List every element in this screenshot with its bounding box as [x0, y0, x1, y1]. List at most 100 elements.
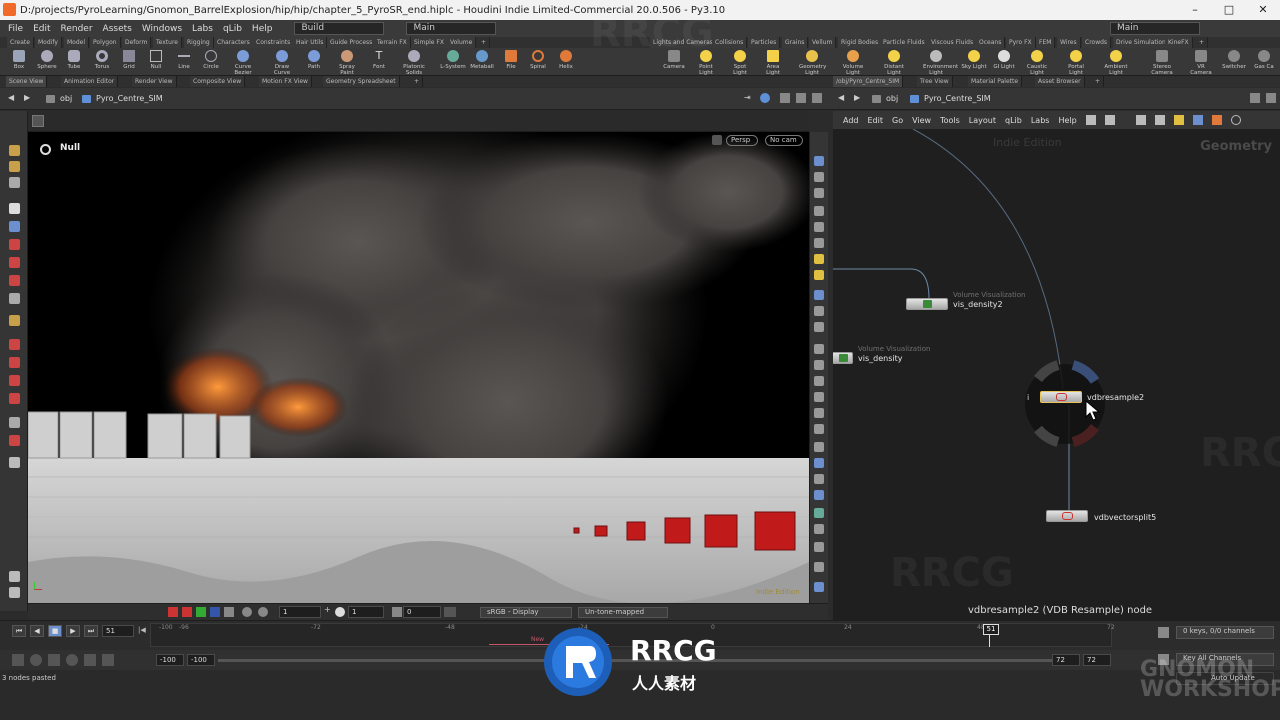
- menu-windows[interactable]: Windows: [142, 24, 182, 34]
- attribute-icon[interactable]: [814, 424, 824, 434]
- main-select[interactable]: Main: [1110, 22, 1200, 35]
- camera-sync-icon[interactable]: [814, 582, 824, 592]
- network-list-icon[interactable]: [1104, 115, 1115, 125]
- playback-start-field[interactable]: -100: [187, 654, 215, 666]
- points-icon[interactable]: [814, 306, 824, 316]
- shelf-tab-drive-simulation[interactable]: Drive Simulation: [1113, 37, 1170, 48]
- maximize-pane-icon[interactable]: [812, 93, 822, 103]
- loop-icon[interactable]: [48, 654, 60, 666]
- tool-environment-light[interactable]: Environment Light: [923, 50, 958, 76]
- render-region-icon[interactable]: [9, 417, 20, 428]
- shelf-tab-crowds[interactable]: Crowds: [1082, 37, 1112, 48]
- shelf-tab-pyro-fx[interactable]: Pyro FX: [1006, 37, 1036, 48]
- pose-tool-icon[interactable]: [9, 315, 20, 326]
- headlight-icon[interactable]: [814, 254, 824, 264]
- shelf-tab-grains[interactable]: Grains: [782, 37, 809, 48]
- menu-render[interactable]: Render: [61, 24, 93, 34]
- blue-display-icon[interactable]: [210, 607, 220, 617]
- node-vdbresample2[interactable]: [1040, 391, 1082, 403]
- start-frame-field[interactable]: -100: [156, 654, 184, 666]
- scene-tree-icon[interactable]: [814, 524, 824, 534]
- play-reverse-button[interactable]: ◀: [30, 625, 44, 637]
- edge-icon[interactable]: [814, 408, 824, 418]
- paint-icon[interactable]: [9, 571, 20, 582]
- shelf-tab-model[interactable]: Model: [64, 37, 90, 48]
- menu-assets[interactable]: Assets: [103, 24, 132, 34]
- path-obj[interactable]: obj: [44, 93, 72, 105]
- grid-display-icon[interactable]: [814, 562, 824, 572]
- tool-portal-light[interactable]: Portal Light: [1063, 50, 1089, 76]
- minimize-button[interactable]: –: [1178, 0, 1212, 20]
- tool-distant-light[interactable]: Distant Light: [881, 50, 907, 76]
- tool-gas-ca[interactable]: Gas Ca: [1252, 50, 1276, 70]
- info-icon[interactable]: [9, 587, 20, 598]
- snap-icon[interactable]: [9, 177, 20, 188]
- scene-options-icon[interactable]: [9, 457, 20, 468]
- exposure-field[interactable]: 1: [279, 606, 321, 618]
- ghost-icon[interactable]: [814, 172, 824, 182]
- tool-switcher[interactable]: Switcher: [1221, 50, 1247, 70]
- tab-render-view[interactable]: Render View: [132, 76, 177, 87]
- desktop-select[interactable]: Build: [294, 22, 385, 35]
- pin-icon[interactable]: ⇥: [744, 93, 751, 102]
- display-lut-icon[interactable]: [444, 607, 456, 617]
- shelf-tab-rigid-bodies[interactable]: Rigid Bodies: [838, 37, 883, 48]
- gamma-icon[interactable]: [258, 607, 268, 617]
- alpha-display-icon[interactable]: [224, 607, 234, 617]
- shelf-tab-terrain-fx[interactable]: Terrain FX: [374, 37, 411, 48]
- shelf-tab-lights-cameras[interactable]: Lights and Cameras: [650, 37, 717, 48]
- guide-icon[interactable]: [814, 508, 824, 518]
- shelf-tab-simple-fx[interactable]: Simple FX: [411, 37, 448, 48]
- shelf-tab-viscous-fluids[interactable]: Viscous Fluids: [928, 37, 978, 48]
- key-icon[interactable]: [1158, 627, 1169, 638]
- shelf-tab-rigging[interactable]: Rigging: [184, 37, 214, 48]
- exposure-icon[interactable]: [242, 607, 252, 617]
- persp-menu[interactable]: Persp: [726, 135, 758, 146]
- shelf-tab-wires[interactable]: Wires: [1057, 37, 1081, 48]
- shelf-tab-characters[interactable]: Characters: [214, 37, 254, 48]
- lighting-icon[interactable]: [814, 238, 824, 248]
- net-menu-labs[interactable]: Labs: [1031, 116, 1050, 125]
- step-back-icon[interactable]: |◀: [138, 626, 146, 634]
- tool-spot-light[interactable]: Spot Light: [727, 50, 753, 76]
- tool-font[interactable]: T Font: [366, 50, 392, 71]
- lut-field[interactable]: 0: [403, 606, 441, 618]
- scale-icon[interactable]: [9, 293, 20, 304]
- scene-viewport[interactable]: Null Persp No cam Indie Edition: [28, 132, 809, 603]
- playback-end-field[interactable]: 72: [1052, 654, 1080, 666]
- brush-tool-icon[interactable]: [9, 357, 20, 368]
- net-menu-edit[interactable]: Edit: [868, 116, 884, 125]
- tool-area-light[interactable]: Area Light: [760, 50, 786, 76]
- lock-icon[interactable]: [9, 221, 20, 232]
- shelf-tab-create[interactable]: Create: [7, 37, 34, 48]
- pane-layout-icon[interactable]: [780, 93, 790, 103]
- vertex-icon[interactable]: [814, 344, 824, 354]
- shelf-tab-fem[interactable]: FEM: [1036, 37, 1056, 48]
- group-icon[interactable]: [814, 442, 824, 452]
- menu-qlib[interactable]: qLib: [223, 24, 242, 34]
- tool-curve-bezier[interactable]: Curve Bezier: [230, 50, 256, 76]
- display-colorspace-select[interactable]: sRGB - Display: [480, 607, 572, 618]
- tab-tree-view[interactable]: Tree View: [917, 76, 953, 87]
- tab-network-path[interactable]: /obj/Pyro_Centre_SIM: [833, 76, 904, 87]
- network-back-arrow-icon[interactable]: ◀: [838, 93, 844, 102]
- play-forward-button[interactable]: ▶: [66, 625, 80, 637]
- flipbook-icon[interactable]: [9, 435, 20, 446]
- tool-point-light[interactable]: Point Light: [693, 50, 719, 76]
- network-path-node[interactable]: Pyro_Centre_SIM: [908, 93, 991, 105]
- net-menu-qlib[interactable]: qLib: [1005, 116, 1022, 125]
- select-mode-icon[interactable]: [9, 161, 20, 172]
- magnet-icon[interactable]: [9, 393, 20, 404]
- select-tool-icon[interactable]: [9, 145, 20, 156]
- tool-geometry-light[interactable]: Geometry Light: [799, 50, 826, 76]
- shelf-tab-modify[interactable]: Modify: [35, 37, 62, 48]
- net-menu-view[interactable]: View: [912, 116, 931, 125]
- tab-composite-view[interactable]: Composite View: [190, 76, 246, 87]
- add-shelf-tab-right-icon[interactable]: +: [1196, 37, 1209, 48]
- image-icon[interactable]: [1211, 115, 1222, 125]
- uv-icon[interactable]: [814, 376, 824, 386]
- shelf-tab-texture[interactable]: Texture: [153, 37, 182, 48]
- tool-vr-camera[interactable]: VR Camera: [1188, 50, 1214, 76]
- translate-icon[interactable]: [9, 257, 20, 268]
- menu-file[interactable]: File: [8, 24, 23, 34]
